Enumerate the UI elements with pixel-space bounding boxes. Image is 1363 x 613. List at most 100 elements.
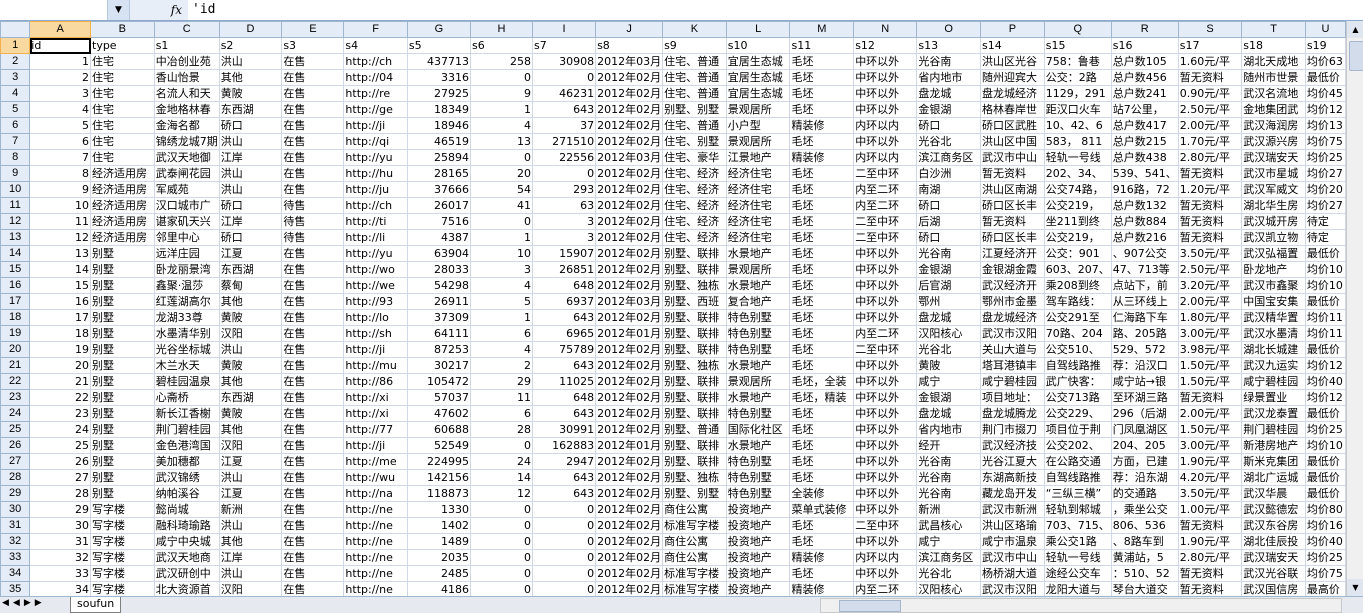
cell[interactable]: 金海名都 — [153, 117, 220, 134]
cell[interactable]: 4 — [469, 341, 534, 358]
cell[interactable]: 在售 — [281, 261, 345, 278]
cell[interactable]: 47、713等 — [1110, 261, 1179, 278]
cell[interactable]: 黄浦站，5 — [1110, 549, 1179, 566]
cell[interactable]: 1.20元/平 — [1177, 181, 1243, 198]
cell[interactable]: http://04 — [343, 69, 408, 86]
cell[interactable]: 塔耳港镇丰 — [980, 357, 1045, 374]
cell[interactable]: http://ju — [343, 181, 408, 198]
cell[interactable]: 硚口区长丰 — [980, 197, 1045, 214]
cell[interactable]: 南湖 — [916, 181, 982, 198]
cell[interactable]: 26851 — [532, 261, 597, 278]
cell[interactable]: 洪山 — [218, 165, 283, 182]
cell[interactable]: s17 — [1177, 37, 1243, 54]
cell[interactable]: 内至二环 — [853, 581, 918, 596]
cell[interactable]: 汉阳 — [218, 581, 283, 596]
row-header[interactable]: 8 — [0, 149, 31, 166]
cell[interactable]: 0 — [469, 581, 534, 596]
cell[interactable]: 龙湖33尊 — [153, 309, 220, 326]
column-header-D[interactable]: D — [218, 21, 283, 38]
cell[interactable]: s9 — [662, 37, 727, 54]
cell[interactable]: 均价25 — [1304, 149, 1346, 166]
column-header-C[interactable]: C — [153, 21, 220, 38]
cell[interactable]: 邻里中心 — [153, 229, 220, 246]
cell[interactable]: 光谷南 — [916, 453, 982, 470]
column-header-M[interactable]: M — [789, 21, 855, 38]
cell[interactable]: 毛坯 — [789, 213, 855, 230]
cell[interactable]: 3 — [469, 261, 534, 278]
cell[interactable]: 暂无资料 — [1177, 565, 1243, 582]
cell[interactable]: 武汉市中山 — [980, 149, 1045, 166]
cell[interactable]: 内环以内 — [853, 149, 918, 166]
cell[interactable]: 2.80元/平 — [1177, 549, 1243, 566]
cell[interactable]: 江夏 — [218, 453, 283, 470]
cell[interactable]: 22 — [29, 389, 91, 406]
cell[interactable]: 9 — [29, 181, 91, 198]
cell[interactable]: 105472 — [406, 373, 471, 390]
cell[interactable]: 4 — [469, 117, 534, 134]
cell[interactable]: 水景地产 — [725, 245, 791, 262]
cell[interactable]: 公交202、 — [1043, 437, 1112, 454]
cell[interactable]: 22556 — [532, 149, 597, 166]
cell[interactable]: 武汉源兴房 — [1241, 133, 1306, 150]
cell[interactable]: 在售 — [281, 341, 345, 358]
cell[interactable]: 3.20元/平 — [1177, 277, 1243, 294]
cell[interactable]: http://93 — [343, 293, 408, 310]
cell[interactable]: 3.50元/平 — [1177, 245, 1243, 262]
cell[interactable]: 47602 — [406, 405, 471, 422]
cell[interactable]: s16 — [1110, 37, 1179, 54]
cell[interactable]: 光谷北 — [916, 341, 982, 358]
cell[interactable]: 绿景置业 — [1241, 389, 1306, 406]
cell[interactable]: 新港房地产 — [1241, 437, 1306, 454]
cell[interactable]: 荐：沿汉口 — [1110, 357, 1179, 374]
cell[interactable]: 随州市世景 — [1241, 69, 1306, 86]
cell[interactable]: 公交219， — [1043, 229, 1112, 246]
cell[interactable]: 1402 — [406, 517, 471, 534]
column-header-F[interactable]: F — [343, 21, 408, 38]
cell[interactable]: 539、541、 — [1110, 165, 1179, 182]
cell[interactable]: 46519 — [406, 133, 471, 150]
cell[interactable]: 中环以外 — [853, 533, 918, 550]
cell[interactable]: http://ti — [343, 213, 408, 230]
cell[interactable]: 0 — [469, 549, 534, 566]
cell[interactable]: http://lo — [343, 309, 408, 326]
cell[interactable]: 别墅、联排 — [662, 373, 727, 390]
cell[interactable]: 703、715、 — [1043, 517, 1112, 534]
cell[interactable]: 暂无资料 — [1177, 165, 1243, 182]
cell[interactable]: 在售 — [281, 581, 345, 596]
cell[interactable]: 汉口城市广 — [153, 197, 220, 214]
cell[interactable]: 2012年02月 — [595, 469, 664, 486]
cell[interactable]: 643 — [532, 357, 597, 374]
cell[interactable]: 别墅、联排 — [662, 309, 727, 326]
cell[interactable]: 洪山区南湖 — [980, 181, 1045, 198]
cell[interactable]: 武汉名流地 — [1241, 85, 1306, 102]
cell[interactable]: 643 — [532, 309, 597, 326]
cell[interactable]: 均价12 — [1304, 357, 1346, 374]
cell[interactable]: 公交：901 — [1043, 245, 1112, 262]
cell[interactable]: 2 — [29, 69, 91, 86]
row-header[interactable]: 2 — [0, 53, 31, 70]
cell[interactable]: http://sh — [343, 325, 408, 342]
cell[interactable]: 黄陂 — [218, 405, 283, 422]
row-header[interactable]: 24 — [0, 405, 31, 422]
cell[interactable]: 均价20 — [1304, 181, 1346, 198]
cell[interactable]: 全装修 — [789, 485, 855, 502]
cell[interactable]: 锦绣龙城7期 — [153, 133, 220, 150]
cell[interactable]: 毛坯 — [789, 277, 855, 294]
cell[interactable]: 水墨清华别 — [153, 325, 220, 342]
cell[interactable]: 24 — [469, 453, 534, 470]
cell[interactable]: 在售 — [281, 405, 345, 422]
cell[interactable]: 公交291至 — [1043, 309, 1112, 326]
cell[interactable]: s4 — [343, 37, 408, 54]
cell[interactable]: 26017 — [406, 197, 471, 214]
cell[interactable]: 毛坯 — [789, 101, 855, 118]
cell[interactable]: 江岸 — [218, 149, 283, 166]
cell[interactable]: 29 — [29, 501, 91, 518]
cell[interactable]: 金银湖 — [916, 101, 982, 118]
cell[interactable]: 758：鲁巷 — [1043, 53, 1112, 70]
cell[interactable]: 其他 — [218, 69, 283, 86]
tab-navigation-icons[interactable]: ◀◀▶▶ — [2, 598, 46, 608]
cell[interactable]: 3.50元/平 — [1177, 485, 1243, 502]
cell[interactable]: 643 — [532, 101, 597, 118]
cell[interactable]: 648 — [532, 277, 597, 294]
cell[interactable]: http://me — [343, 453, 408, 470]
